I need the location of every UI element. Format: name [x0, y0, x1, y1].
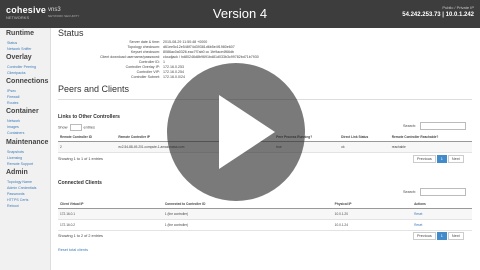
links-search-input[interactable]	[420, 122, 466, 130]
status-key: Controller Subnet:	[131, 75, 160, 79]
sidebar-item-topology-name[interactable]: Topology Name	[7, 180, 32, 184]
status-value: 8086ac0a0326.eac7f7ab0 cc 1fe9ace4f66db	[163, 50, 234, 54]
status-key: Client download username/password:	[100, 55, 160, 59]
table-row: 172.16.0.2 1 (the controller) 10.0.1.24 …	[58, 219, 472, 231]
status-value: cloudjack / hd80246d8b9691bd81d033b3c997…	[163, 55, 259, 59]
sidebar-item-ipsec[interactable]: IPsec	[7, 89, 16, 93]
reset-link[interactable]: Reset	[412, 219, 472, 231]
status-key: Keyset checksum:	[130, 50, 160, 54]
sidebar-item-images[interactable]: Images	[7, 125, 19, 129]
page-button[interactable]: 1	[436, 155, 447, 163]
entries-select[interactable]	[69, 124, 82, 131]
sidebar-item-routes[interactable]: Routes	[7, 101, 18, 105]
table-cell: 172.16.0.2	[58, 219, 163, 231]
sidebar-item-https-certs[interactable]: HTTPS Certs	[7, 198, 28, 202]
status-key: Topology checksum:	[127, 45, 160, 49]
clients-title: Connected Clients	[58, 180, 102, 186]
next-button[interactable]: Next	[447, 155, 464, 163]
previous-button[interactable]: Previous	[413, 232, 436, 240]
sidebar-heading-container: Container	[6, 108, 39, 115]
sidebar-item-remote-support[interactable]: Remote Support	[7, 162, 33, 166]
play-icon[interactable]	[167, 63, 305, 201]
status-title: Status	[58, 28, 84, 38]
links-title: Links to Other Controllers	[58, 114, 120, 120]
sidebar-item-network-sniffer[interactable]: Network Sniffer	[7, 47, 32, 51]
clients-info: Showing 1 to 2 of 2 entries	[58, 234, 103, 238]
sidebar-item-status[interactable]: Status	[7, 41, 17, 45]
status-key: Server date & time:	[129, 40, 160, 44]
sidebar-item-passwords[interactable]: Passwords	[7, 192, 25, 196]
table-cell: 1 (the controller)	[162, 208, 333, 220]
next-button[interactable]: Next	[447, 232, 464, 240]
play-triangle	[219, 95, 275, 169]
status-key: Controller Overlay IP:	[125, 65, 160, 69]
column-header[interactable]: Actions	[412, 200, 472, 209]
column-header[interactable]: Remote Controller Reachable?	[389, 133, 472, 142]
column-header[interactable]: Physical IP	[332, 200, 413, 209]
clients-table: Client Virtual IP Connected to Controlle…	[58, 200, 472, 231]
sidebar-heading-maintenance: Maintenance	[6, 139, 49, 146]
links-length-control: Show entries	[58, 124, 95, 131]
links-pagination: Previous 1 Next	[412, 155, 464, 163]
sidebar-item-licensing[interactable]: Licensing	[7, 156, 22, 160]
sidebar-item-network[interactable]: Network	[7, 119, 20, 123]
ip-info: Public / Private IP 54.242.253.73 | 10.0…	[402, 5, 474, 18]
sidebar-item-snapshots[interactable]: Snapshots	[7, 150, 24, 154]
table-cell: ok	[339, 141, 390, 153]
links-search-label: Search:	[403, 124, 417, 128]
column-header[interactable]: Direct Link Status	[339, 133, 390, 142]
clients-search-label: Search:	[403, 190, 417, 194]
sidebar-item-containers[interactable]: Containers	[7, 131, 24, 135]
peers-title: Peers and Clients	[58, 84, 130, 94]
table-row: 172.16.0.1 1 (the controller) 10.0.1.20 …	[58, 208, 472, 220]
column-header[interactable]: Remote Controller ID	[58, 133, 117, 142]
links-info: Showing 1 to 1 of 1 entries	[58, 157, 103, 161]
ip-value: 54.242.253.73 | 10.0.1.242	[402, 12, 474, 18]
status-value: 1	[163, 60, 165, 64]
table-cell: reachable	[389, 141, 472, 153]
sidebar-heading-admin: Admin	[6, 169, 28, 176]
sidebar-item-admin-credentials[interactable]: Admin Credentials	[7, 186, 36, 190]
column-header[interactable]: Connected to Controller ID	[162, 200, 333, 209]
header-bar: cohesive NETWORKS vns3 NETWORK SECURITY …	[0, 0, 480, 28]
sidebar-item-controller-peering[interactable]: Controller Peering	[7, 65, 36, 69]
show-label: Show	[58, 125, 68, 130]
sidebar-heading-runtime: Runtime	[6, 30, 34, 37]
reset-all-clients-link[interactable]: Reset total clients	[58, 248, 88, 252]
sidebar-item-firewall[interactable]: Firewall	[7, 95, 19, 99]
clients-search-input[interactable]	[420, 188, 466, 196]
status-key: Controller VIP:	[136, 70, 160, 74]
status-value: 2015-08-29 11:50:48 +0000	[163, 40, 208, 44]
table-cell: 1 (the controller)	[162, 219, 333, 231]
table-cell: 10.0.1.20	[332, 208, 413, 220]
table-cell: 2	[58, 141, 117, 153]
clients-pagination: Previous 1 Next	[412, 232, 464, 240]
sidebar-heading-connections: Connections	[6, 78, 49, 85]
reset-link[interactable]: Reset	[412, 208, 472, 220]
status-value: d61ee5c12e548f74d39381d6b5e4f1980e607	[163, 45, 235, 49]
sidebar-item-reboot[interactable]: Reboot	[7, 204, 19, 208]
sidebar-heading-overlay: Overlay	[6, 54, 32, 61]
table-cell: 10.0.1.24	[332, 219, 413, 231]
sidebar: Runtime Status Network Sniffer Overlay C…	[0, 28, 51, 270]
status-key: Controller ID:	[138, 60, 160, 64]
ip-label: Public / Private IP	[442, 5, 474, 10]
column-header[interactable]: Client Virtual IP	[58, 200, 163, 209]
page-button[interactable]: 1	[436, 232, 447, 240]
sidebar-item-clientpacks[interactable]: Clientpacks	[7, 71, 26, 75]
previous-button[interactable]: Previous	[413, 155, 436, 163]
table-cell: 172.16.0.1	[58, 208, 163, 220]
entries-label: entries	[83, 125, 95, 130]
